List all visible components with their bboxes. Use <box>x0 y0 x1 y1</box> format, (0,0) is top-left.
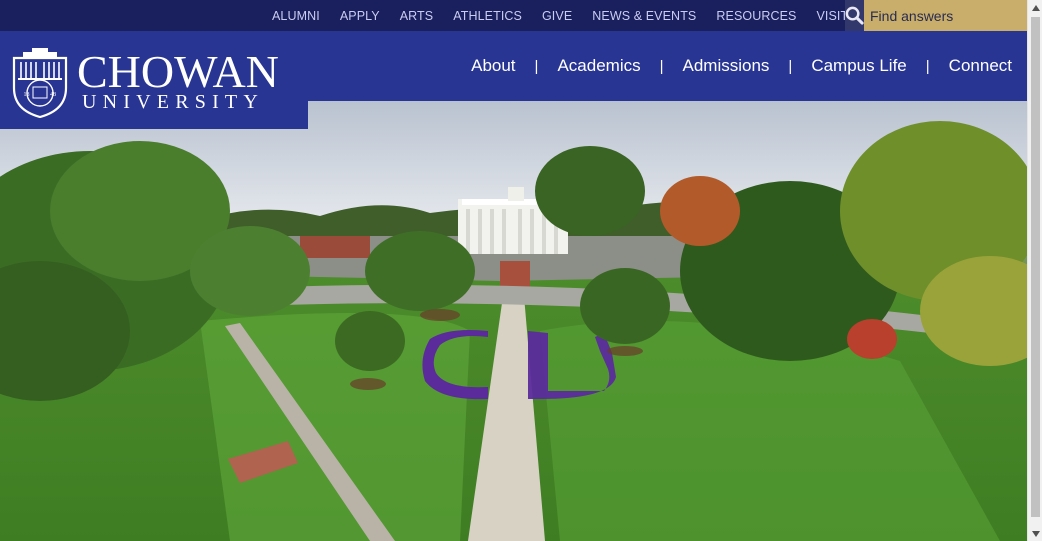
nav-separator: | <box>925 57 930 75</box>
main-nav: About | Academics | Admissions | Campus … <box>471 31 1012 101</box>
utility-bar: ALUMNI APPLY ARTS ATHLETICS GIVE NEWS & … <box>0 0 1042 31</box>
logo-wordmark: CHOWAN <box>77 46 279 97</box>
hero-image <box>0 101 1027 541</box>
utility-link-apply[interactable]: APPLY <box>330 9 390 23</box>
nav-separator: | <box>788 57 793 75</box>
university-logo[interactable]: 18 48 CHOWAN UNIVERSITY <box>0 31 308 129</box>
search-button[interactable] <box>845 0 864 31</box>
nav-separator: | <box>659 57 664 75</box>
utility-link-resources[interactable]: RESOURCES <box>706 9 806 23</box>
seal-year-left: 18 <box>24 92 30 98</box>
university-seal-icon: 18 48 <box>12 48 68 118</box>
utility-link-arts[interactable]: ARTS <box>390 9 444 23</box>
scroll-up-arrow-icon[interactable] <box>1028 0 1042 15</box>
nav-about[interactable]: About <box>471 56 515 76</box>
utility-link-news-events[interactable]: NEWS & EVENTS <box>582 9 706 23</box>
nav-admissions[interactable]: Admissions <box>683 56 770 76</box>
nav-separator: | <box>534 57 539 75</box>
seal-year-right: 48 <box>50 92 56 98</box>
utility-link-give[interactable]: GIVE <box>532 9 582 23</box>
search-input[interactable] <box>864 0 1042 31</box>
nav-academics[interactable]: Academics <box>557 56 640 76</box>
utility-link-athletics[interactable]: ATHLETICS <box>443 9 532 23</box>
nav-connect[interactable]: Connect <box>949 56 1012 76</box>
vertical-scrollbar[interactable] <box>1027 0 1042 541</box>
aerial-campus-photo <box>0 101 1027 541</box>
scrollbar-thumb[interactable] <box>1031 17 1040 517</box>
search-box <box>845 0 1042 31</box>
nav-campus-life[interactable]: Campus Life <box>811 56 906 76</box>
scroll-down-arrow-icon[interactable] <box>1028 526 1042 541</box>
logo-subtitle: UNIVERSITY <box>82 91 264 113</box>
utility-nav: ALUMNI APPLY ARTS ATHLETICS GIVE NEWS & … <box>262 0 858 31</box>
search-icon <box>845 6 864 25</box>
utility-link-alumni[interactable]: ALUMNI <box>262 9 330 23</box>
